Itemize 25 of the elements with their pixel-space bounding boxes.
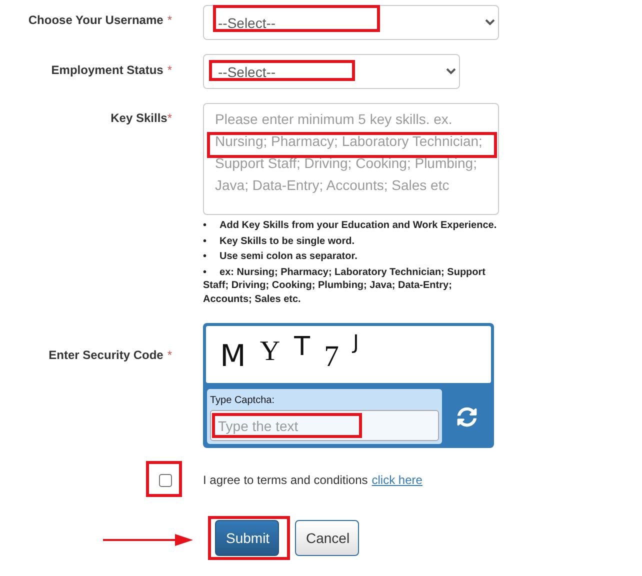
refresh-icon[interactable]	[456, 406, 476, 426]
required-mark: *	[167, 111, 172, 125]
terms-link[interactable]: click here	[372, 473, 422, 487]
key-skills-field[interactable]: Please enter minimum 5 key skills. ex. Nursing; Pharmacy; Laboratory Technician; Support Staff; Driving; Cooking; Plumbing; Java; Data-Entry; Accounts; Sales etc	[203, 103, 499, 215]
captcha-character: J	[353, 332, 359, 352]
terms-text: I agree to terms and conditions click here	[203, 473, 424, 487]
field-label: Key Skills	[110, 111, 168, 125]
hint-text: • Add Key Skills from your Education and Work Experience.	[203, 219, 498, 232]
required-mark: *	[167, 348, 172, 362]
terms-checkbox[interactable]	[159, 474, 172, 486]
hint-text: • ex: Nursing; Pharmacy; Laboratory Technician; Support Staff; Driving; Cooking; Plumbing; Java; Data-Entry; Accounts; Sales etc.	[203, 266, 486, 306]
required-mark: *	[167, 13, 172, 27]
required-mark: *	[167, 63, 172, 77]
captcha-character: Y	[260, 338, 280, 366]
cancel-button[interactable]: Cancel	[295, 520, 359, 556]
field-label: Enter Security Code	[48, 348, 164, 362]
field-label: Choose Your Username	[28, 13, 164, 27]
captcha-character: T	[294, 334, 310, 360]
hint-text: • Use semi colon as separator.	[203, 250, 358, 264]
field-label: Employment Status	[51, 63, 164, 77]
hint-text: • Key Skills to be single word.	[203, 234, 356, 248]
captcha-label: Type Captcha:	[210, 395, 276, 406]
captcha-character: M	[220, 342, 246, 372]
captcha-character: 7	[324, 342, 340, 372]
submit-button[interactable]: Submit	[215, 520, 279, 556]
